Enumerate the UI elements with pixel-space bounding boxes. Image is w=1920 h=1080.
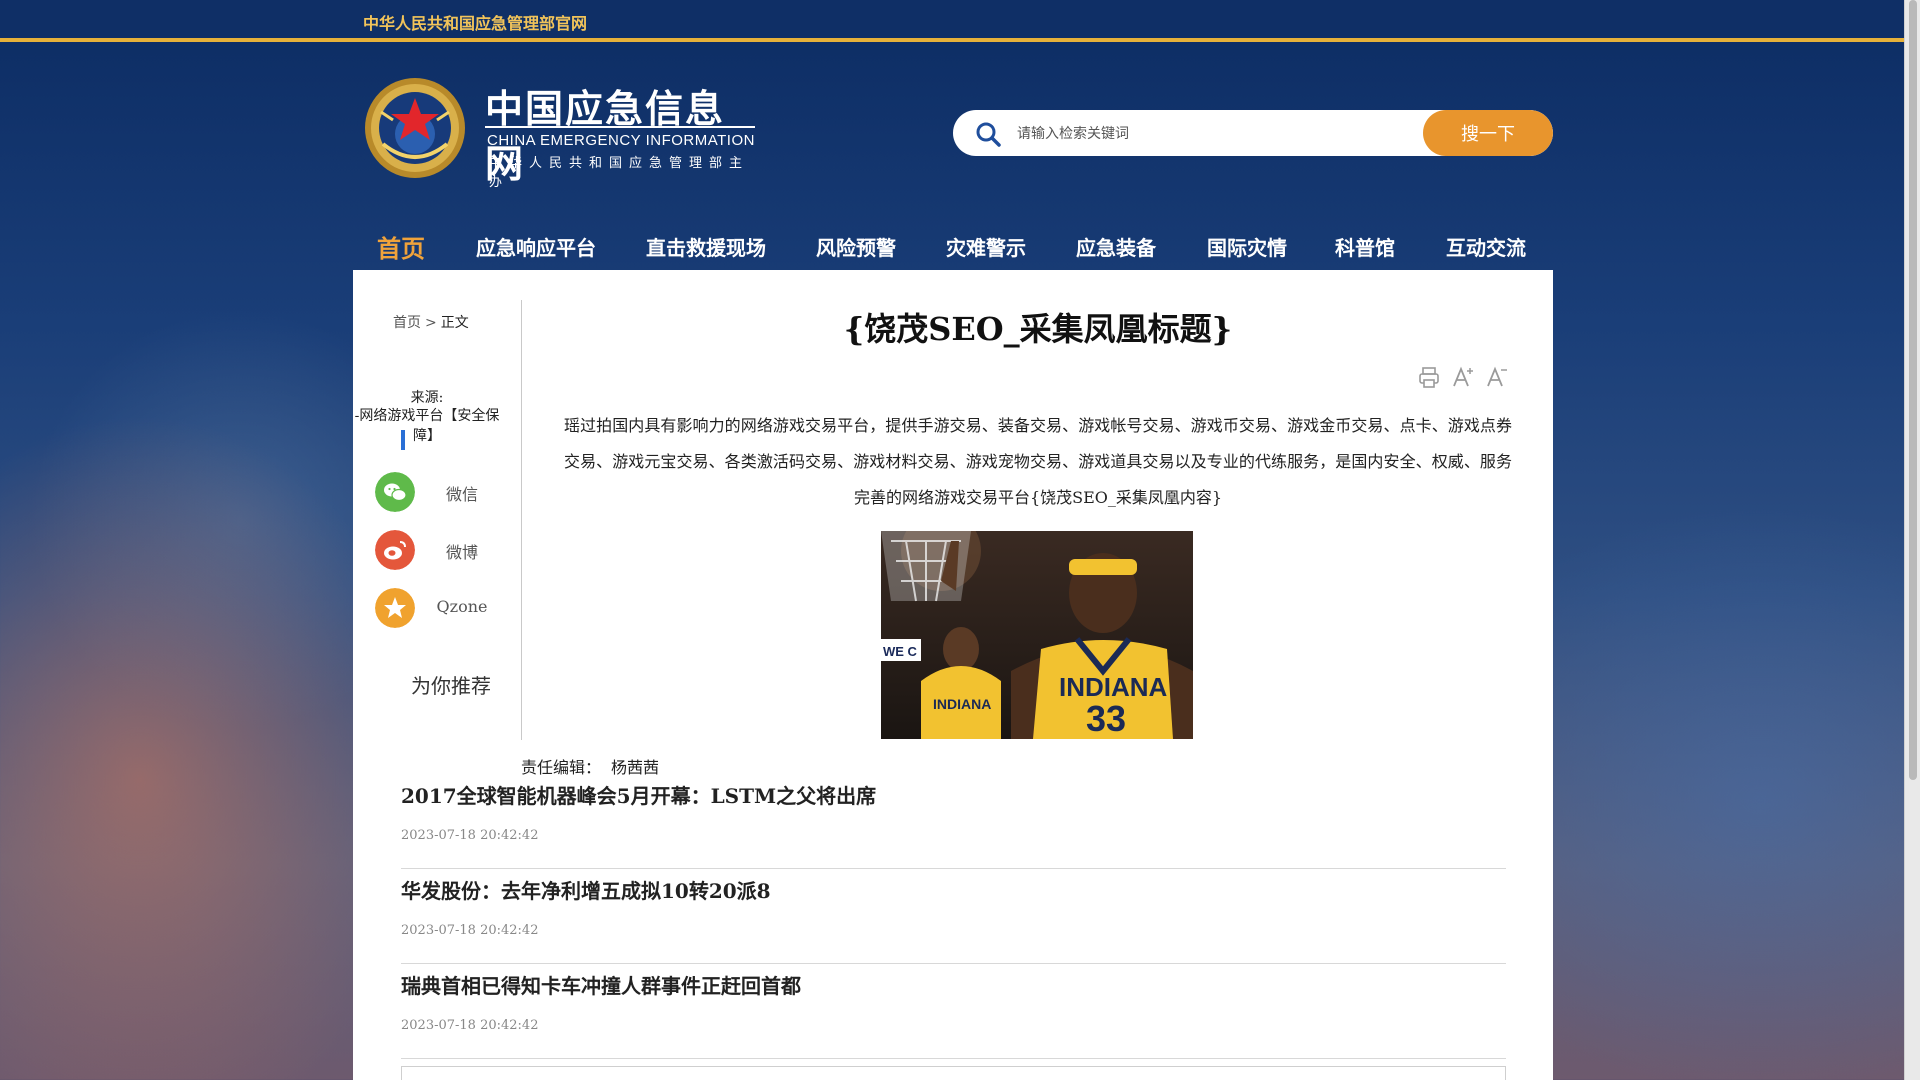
article-body: 瑶过拍国内具有影响力的网络游戏交易平台，提供手游交易、装备交易、游戏帐号交易、游… [564, 416, 1512, 507]
list-item-title[interactable]: 瑞典首相已得知卡车冲撞人群事件正赶回首都 [401, 970, 801, 999]
site-logo[interactable]: 中国应急信息网 CHINA EMERGENCY INFORMATION 中华人民… [363, 74, 763, 190]
breadcrumb-current: 正文 [440, 315, 469, 331]
logo-subtitle: 中华人民共和国应急管理部主办 [489, 156, 750, 190]
source-label: 来源: [410, 390, 444, 406]
article-title: {饶茂SEO_采集凤凰标题} [843, 310, 1233, 348]
nav-item-international[interactable]: 国际灾情 [1207, 232, 1287, 261]
source-value: -网络游戏平台【安全保障】 [354, 408, 500, 444]
nav-item-risk-warning[interactable]: 风险预警 [816, 232, 896, 261]
list-item-date: 2023-07-18 20:42:42 [401, 923, 539, 938]
content-panel: 首页 > 正文 来源: -网络游戏平台【安全保障】 微信 微博 Qzone 为你… [353, 270, 1553, 1080]
comment-box [401, 1066, 1506, 1080]
list-item-date: 2023-07-18 20:42:42 [401, 1018, 539, 1033]
nav-item-emergency-response[interactable]: 应急响应平台 [476, 232, 596, 261]
search-button[interactable]: 搜一下 [1423, 110, 1553, 156]
breadcrumb-home[interactable]: 首页 [393, 315, 421, 331]
site-name[interactable]: 中华人民共和国应急管理部官网 [363, 10, 587, 34]
main-nav: 首页 应急响应平台 直击救援现场 风险预警 灾难警示 应急装备 国际灾情 科普馆… [353, 222, 1553, 270]
print-icon[interactable] [1416, 364, 1442, 390]
search-icon[interactable] [975, 121, 1001, 147]
top-bar: 中华人民共和国应急管理部官网 [0, 0, 1904, 42]
nav-item-rescue-scene[interactable]: 直击救援现场 [646, 232, 766, 261]
sidebar-divider [521, 300, 522, 740]
emblem-icon [365, 78, 465, 178]
source-accent-bar [401, 430, 405, 450]
nav-item-disaster-alert[interactable]: 灾难警示 [946, 232, 1026, 261]
basketball-player-photo: WE C INDIANA INDIANA 33 [881, 531, 1193, 739]
scrollbar-thumb[interactable] [1909, 0, 1917, 780]
recommend-list: 2017全球智能机器峰会5月开幕：LSTM之父将出席 2023-07-18 20… [401, 774, 1506, 1059]
article-tools [1408, 364, 1508, 390]
share-qzone-button[interactable]: Qzone [375, 588, 505, 628]
nav-item-science[interactable]: 科普馆 [1335, 232, 1395, 261]
weibo-icon [375, 530, 415, 570]
breadcrumb: 首页 > 正文 [393, 312, 469, 332]
recommend-heading: 为你推荐 [411, 674, 491, 698]
share-weibo-label: 微博 [445, 543, 478, 562]
list-item[interactable]: 瑞典首相已得知卡车冲撞人群事件正赶回首都 2023-07-18 20:42:42 [401, 964, 1506, 1059]
font-decrease-icon[interactable] [1484, 364, 1510, 390]
nav-item-interaction[interactable]: 互动交流 [1446, 232, 1526, 261]
logo-divider [485, 126, 755, 128]
list-item[interactable]: 华发股份：去年净利增五成拟10转20派8 2023-07-18 20:42:42 [401, 869, 1506, 964]
banner-text: WE C [883, 644, 918, 659]
share-weibo-button[interactable]: 微博 [375, 530, 505, 570]
list-item-date: 2023-07-18 20:42:42 [401, 828, 539, 843]
share-wechat-label: 微信 [445, 485, 478, 504]
article-sidebar: 首页 > 正文 来源: -网络游戏平台【安全保障】 微信 微博 Qzone 为你… [353, 270, 522, 740]
article-image: WE C INDIANA INDIANA 33 [881, 531, 1193, 739]
search-input[interactable] [1017, 118, 1407, 148]
search-bar: 搜一下 [953, 110, 1553, 156]
jersey-number: 33 [1086, 698, 1126, 739]
logo-title-en: CHINA EMERGENCY INFORMATION [487, 132, 755, 149]
scrollbar[interactable] [1904, 0, 1920, 1080]
share-wechat-button[interactable]: 微信 [375, 472, 505, 512]
share-qzone-label: Qzone [436, 597, 488, 616]
list-item-title[interactable]: 华发股份：去年净利增五成拟10转20派8 [401, 875, 771, 904]
nav-item-equipment[interactable]: 应急装备 [1076, 232, 1156, 261]
list-item[interactable]: 2017全球智能机器峰会5月开幕：LSTM之父将出席 2023-07-18 20… [401, 774, 1506, 869]
qzone-icon [375, 588, 415, 628]
jersey-team-small: INDIANA [933, 696, 991, 712]
list-item-title[interactable]: 2017全球智能机器峰会5月开幕：LSTM之父将出席 [401, 780, 876, 809]
font-increase-icon[interactable] [1450, 364, 1476, 390]
nav-item-home[interactable]: 首页 [377, 229, 425, 264]
wechat-icon [375, 472, 415, 512]
breadcrumb-separator: > [425, 315, 437, 331]
